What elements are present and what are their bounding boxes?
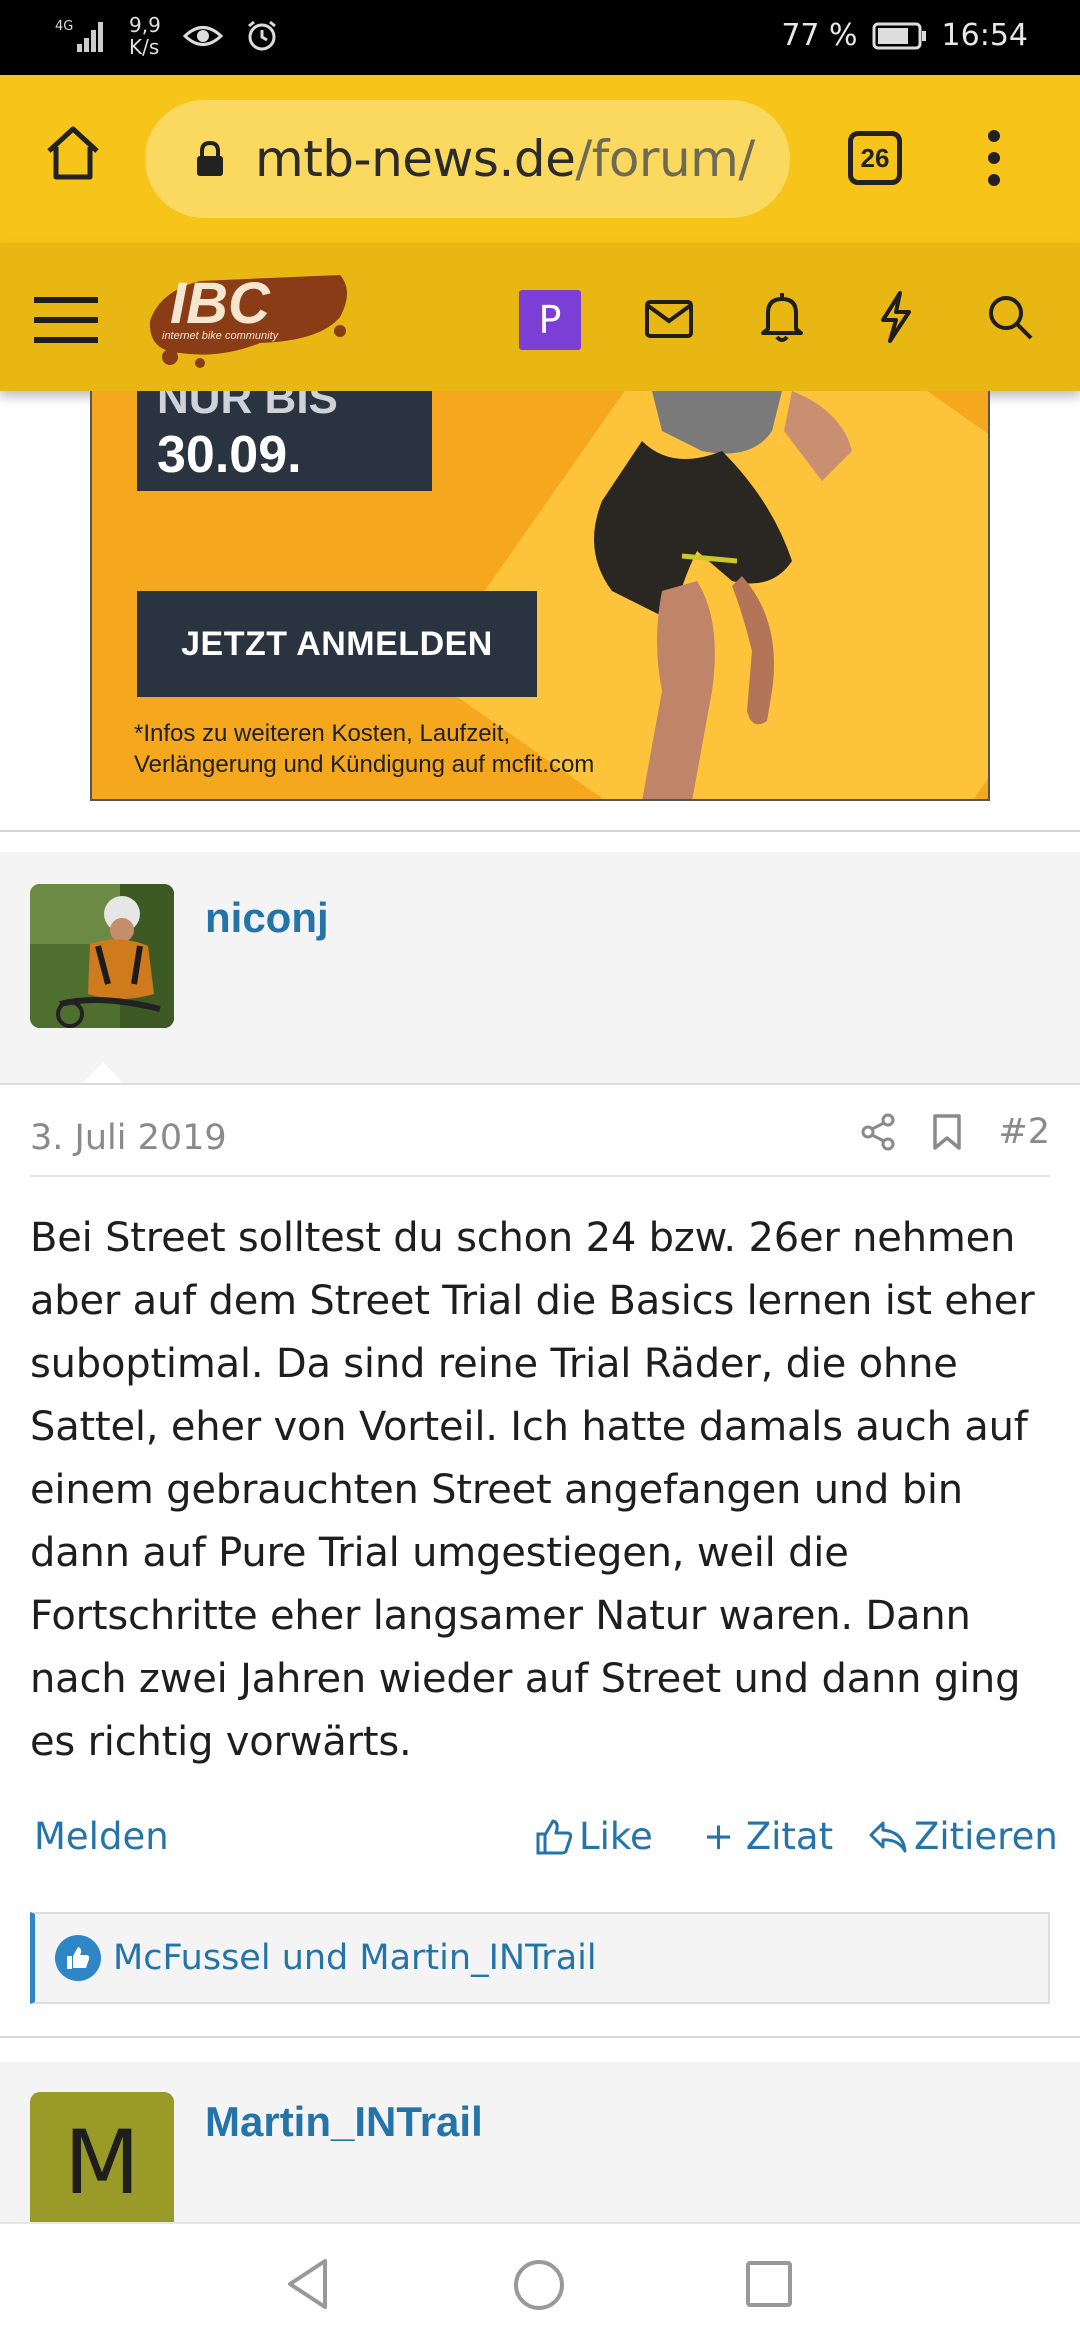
url-domain: mtb-news.de (255, 130, 576, 188)
post-content: Bei Street solltest du schon 24 bzw. 26e… (30, 1207, 1060, 1774)
hamburger-menu-icon[interactable] (34, 295, 98, 345)
post-line: aber auf dem Street Trial die Basics ler… (30, 1278, 1035, 1324)
advertisement-banner[interactable]: NUR BIS 30.09. JETZT ANMELDEN *Infos zu … (90, 391, 990, 801)
author-photo (30, 884, 174, 1028)
battery-percent: 77 % (781, 18, 858, 53)
ad-disclaimer: *Infos zu weiteren Kosten, Laufzeit, Ver… (134, 720, 595, 778)
svg-text:internet bike community: internet bike community (162, 330, 280, 342)
url-text: mtb-news.de/forum/ (255, 130, 775, 188)
reply-quote-button[interactable]: Zitieren (868, 1815, 1058, 1858)
post-date[interactable]: 3. Juli 2019 (30, 1118, 227, 1158)
reactions-bar[interactable]: McFussel und Martin_INTrail (30, 1912, 1050, 2004)
network-speed: 9,9 K/s (129, 13, 161, 59)
like-button[interactable]: Like (535, 1815, 653, 1858)
post-author-header: niconj (0, 852, 1080, 1086)
cellular-signal-icon: 4G (55, 19, 103, 52)
post-meta-actions: #2 (860, 1112, 1050, 1152)
back-icon[interactable] (285, 2257, 331, 2311)
next-author-avatar[interactable]: M (30, 2092, 174, 2232)
quote-add-button[interactable]: + Zitat (703, 1815, 833, 1858)
bookmark-icon[interactable] (932, 1113, 962, 1151)
post-line: einem gebrauchten Street angefangen und … (30, 1467, 963, 1513)
reply-icon (869, 1821, 907, 1852)
ad-offer-label: NUR BIS (157, 391, 338, 423)
ibc-logo[interactable]: IBC internet bike community (140, 261, 355, 371)
ad-cta-button[interactable]: JETZT ANMELDEN (137, 591, 537, 697)
post-line: es richtig vorwärts. (30, 1719, 412, 1765)
post-footer: Melden Like + Zitat Zitieren (30, 1815, 1058, 1875)
next-post-header: M Martin_INTrail (0, 2062, 1080, 2232)
clock: 16:54 (941, 18, 1028, 53)
divider (0, 2036, 1080, 2038)
post-number-link[interactable]: #2 (998, 1112, 1050, 1152)
next-post-author-name[interactable]: Martin_INTrail (205, 2098, 483, 2146)
home-icon[interactable] (44, 123, 102, 183)
address-bar[interactable]: mtb-news.de/forum/ (145, 100, 790, 218)
user-avatar-button[interactable]: P (519, 290, 581, 350)
system-navigation-bar (0, 2222, 1080, 2340)
url-path: /forum/ (575, 130, 755, 188)
divider (0, 1083, 1080, 1085)
thumbs-up-icon (536, 1819, 573, 1854)
author-avatar[interactable] (30, 884, 174, 1028)
alarm-icon (247, 20, 276, 51)
bell-icon[interactable] (760, 291, 804, 343)
ad-offer-date: 30.09. (157, 426, 302, 484)
post-line: dann auf Pure Trial umgestiegen, weil di… (30, 1530, 849, 1576)
report-button[interactable]: Melden (34, 1815, 169, 1858)
svg-text:4G: 4G (55, 19, 73, 34)
envelope-icon[interactable] (644, 299, 694, 339)
tab-switcher-button[interactable]: 26 (848, 131, 902, 185)
battery-icon (872, 22, 926, 49)
like-badge-icon (55, 1935, 101, 1981)
like-label: Like (579, 1815, 653, 1858)
recent-apps-icon[interactable] (745, 2260, 793, 2308)
divider (0, 830, 1080, 832)
more-options-icon[interactable] (986, 130, 1002, 186)
quote-add-label: + Zitat (703, 1815, 834, 1858)
divider (30, 1175, 1050, 1177)
eye-icon (182, 26, 223, 46)
lock-icon (197, 140, 223, 176)
svg-text:IBC: IBC (170, 271, 271, 336)
post-line: Bei Street solltest du schon 24 bzw. 26e… (30, 1215, 1016, 1261)
share-icon[interactable] (860, 1113, 896, 1151)
home-circle-icon[interactable] (512, 2258, 566, 2312)
post-line: Fortschritte eher langsamer Natur waren.… (30, 1593, 971, 1639)
post-author-name[interactable]: niconj (205, 894, 329, 942)
post-line: Sattel, eher von Vorteil. Ich hatte dama… (30, 1404, 1028, 1450)
post-line: nach zwei Jahren wieder auf Street und d… (30, 1656, 1021, 1702)
post-line: suboptimal. Da sind reine Trial Räder, d… (30, 1341, 958, 1387)
lightning-icon[interactable] (878, 290, 914, 344)
site-header: IBC internet bike community P (0, 243, 1080, 391)
browser-toolbar: mtb-news.de/forum/ 26 (0, 75, 1080, 243)
search-icon[interactable] (986, 293, 1034, 341)
reply-label: Zitieren (914, 1815, 1058, 1858)
reactions-users[interactable]: McFussel und Martin_INTrail (113, 1938, 597, 1978)
status-bar: 4G 9,9 K/s 77 % 16:54 (0, 0, 1080, 75)
ad-offer-box: NUR BIS 30.09. (137, 391, 432, 491)
